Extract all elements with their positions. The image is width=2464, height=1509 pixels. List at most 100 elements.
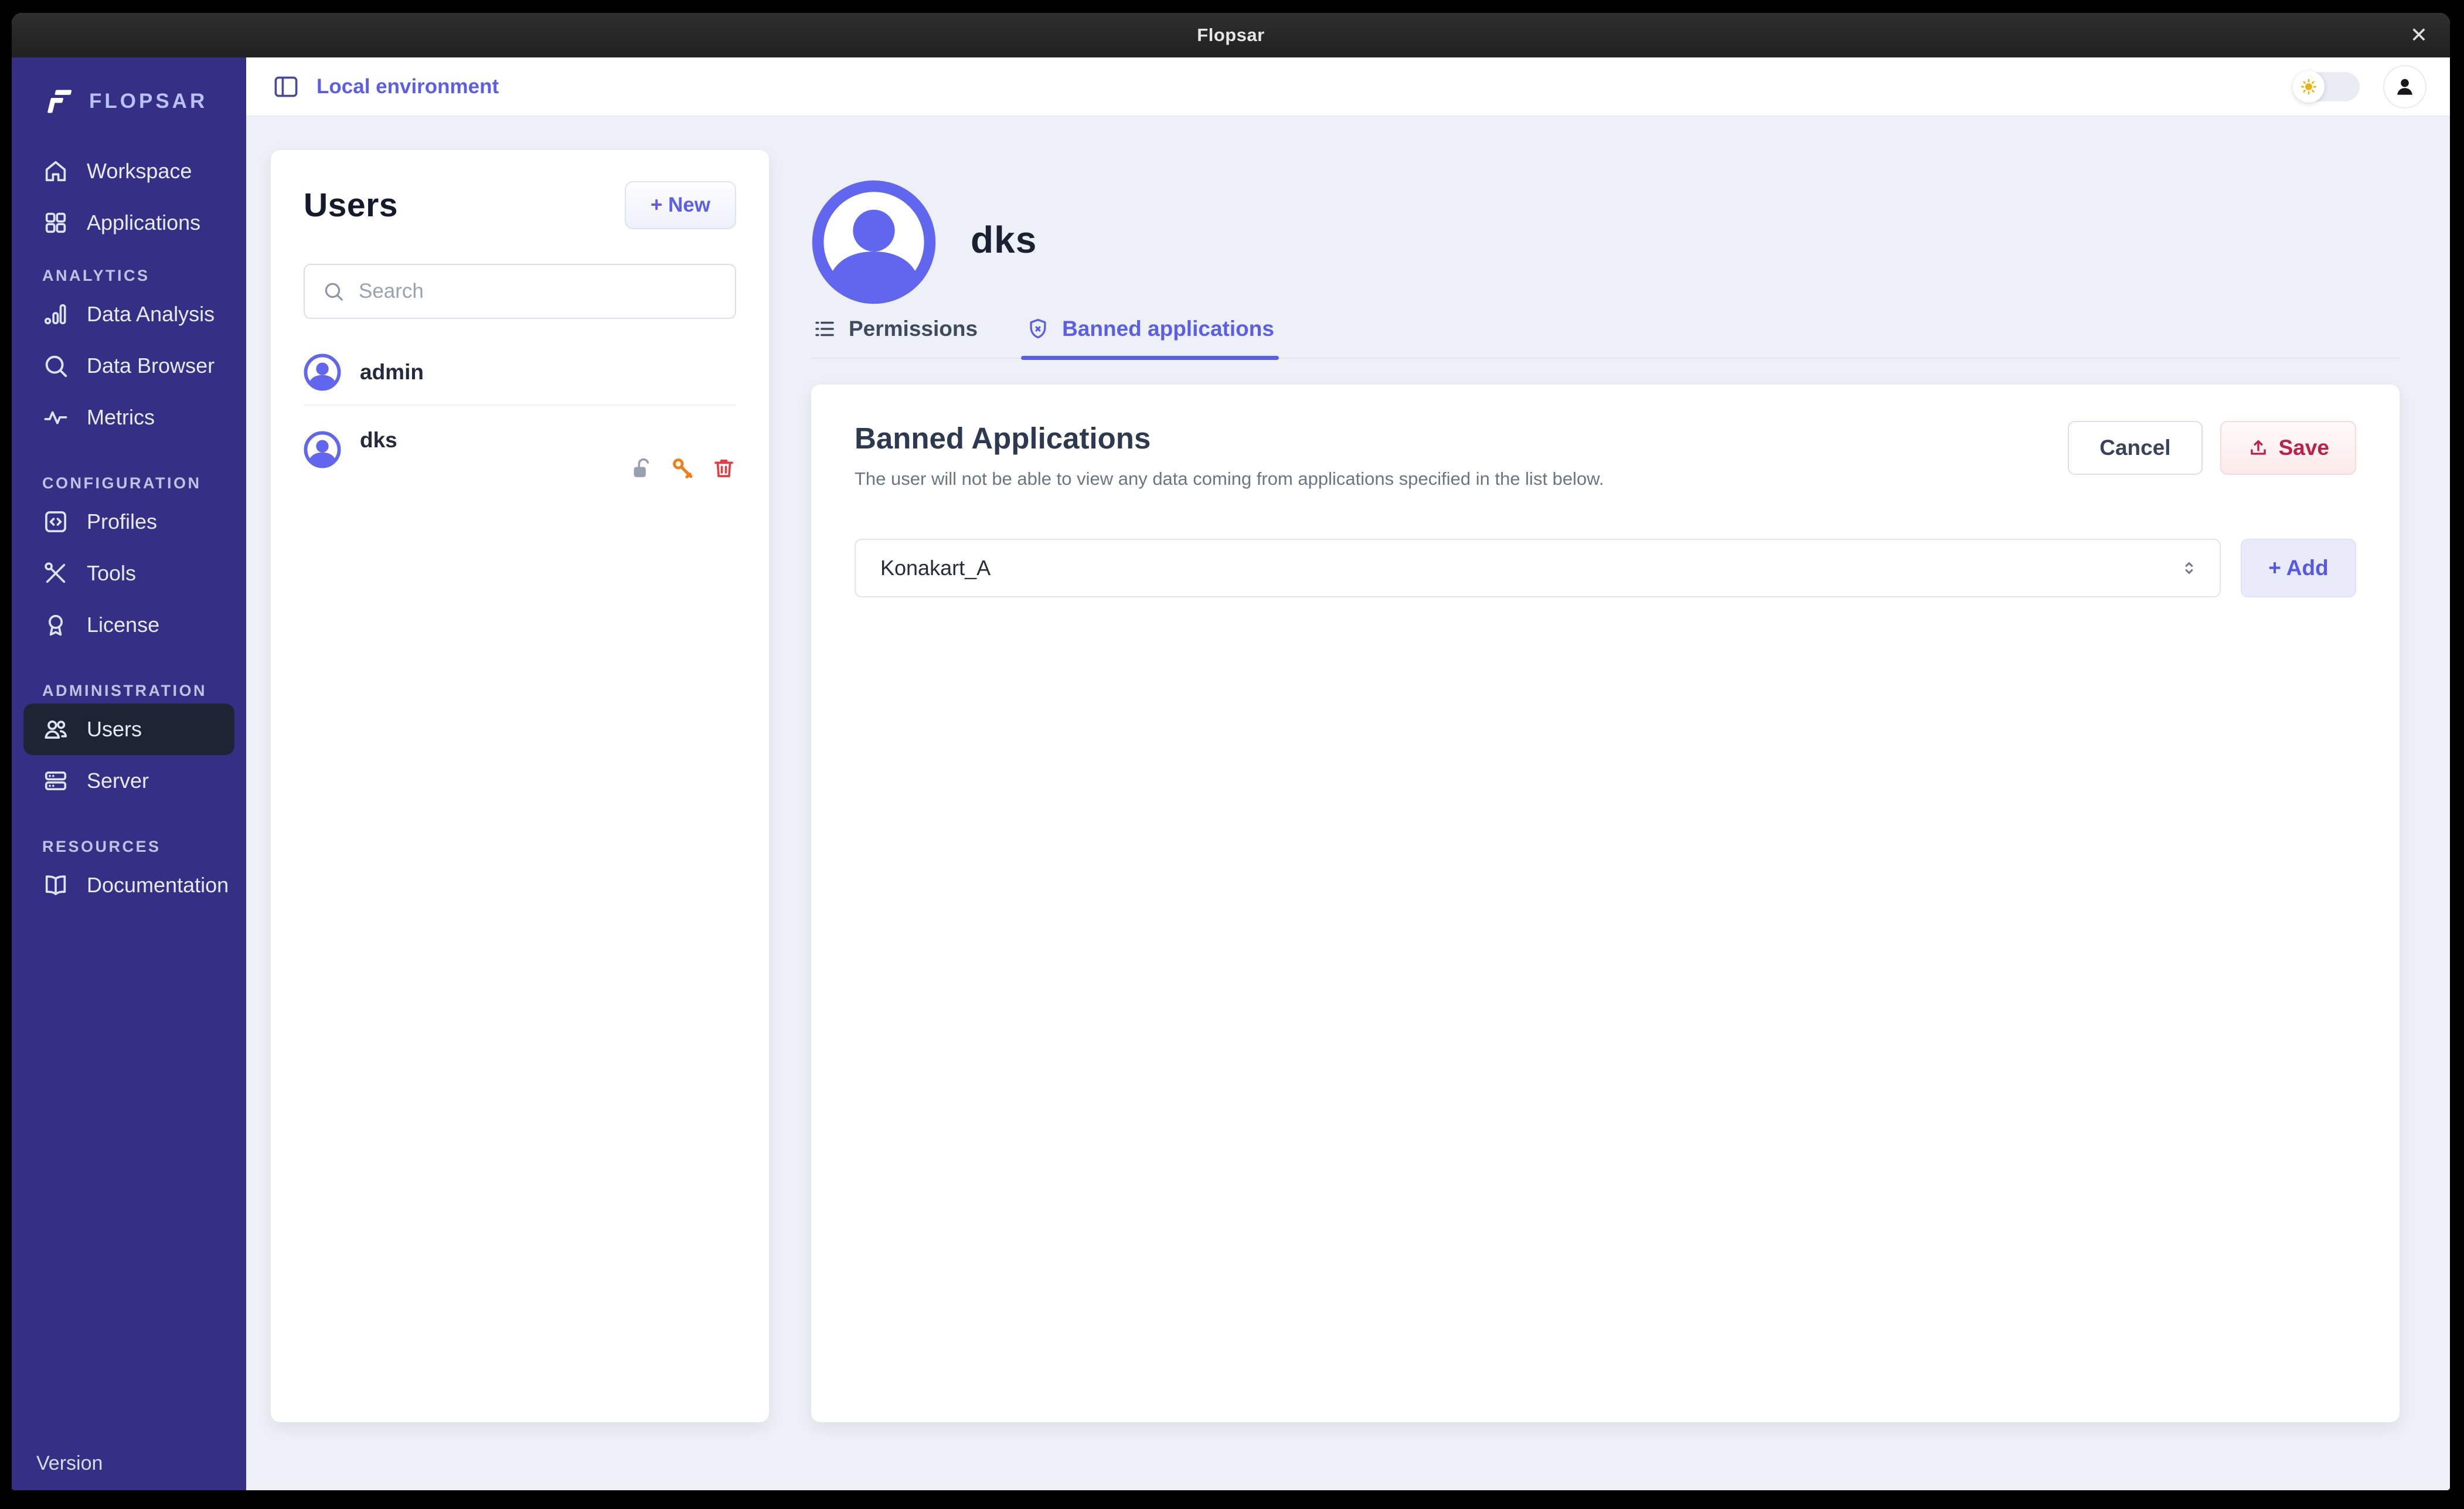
sidebar-item-server[interactable]: Server — [12, 755, 246, 807]
sidebar-item-workspace[interactable]: Workspace — [12, 145, 246, 197]
unlock-icon[interactable] — [629, 456, 654, 481]
book-open-icon — [42, 872, 69, 899]
search-input[interactable] — [359, 280, 717, 303]
sun-icon — [2299, 77, 2318, 96]
application-select[interactable]: Konakart_A — [855, 539, 2221, 597]
sidebar-item-metrics[interactable]: Metrics — [12, 392, 246, 443]
sidebar-item-users[interactable]: Users — [23, 703, 234, 755]
user-avatar-icon — [304, 354, 341, 391]
main-column: Local environment Users — [246, 57, 2450, 1490]
sidebar-section-administration: ADMINISTRATION — [42, 678, 246, 703]
sidebar-item-label: Metrics — [87, 405, 155, 430]
search-icon — [322, 280, 345, 303]
user-detail: dks Permissions Banned applications Banne… — [811, 150, 2400, 1422]
code-square-icon — [42, 508, 69, 535]
sidebar-item-documentation[interactable]: Documentation — [12, 859, 246, 911]
banned-applications-card: Banned Applications The user will not be… — [811, 385, 2400, 1422]
sidebar-item-data-browser[interactable]: Data Browser — [12, 340, 246, 392]
tools-icon — [42, 560, 69, 587]
window-close-button[interactable]: ✕ — [2410, 25, 2428, 46]
trash-icon[interactable] — [712, 456, 736, 481]
application-select-row: Konakart_A + Add — [855, 539, 2356, 597]
sidebar-item-label: Workspace — [87, 159, 192, 183]
sidebar: FLOPSAR Workspace Applications ANALYTICS Da… — [12, 57, 246, 1490]
user-name: dks — [360, 428, 397, 453]
banned-card-title: Banned Applications — [855, 421, 1604, 456]
save-button[interactable]: Save — [2220, 421, 2356, 475]
sidebar-item-label: Applications — [87, 210, 200, 235]
user-list: admin dks — [304, 340, 736, 494]
chevron-updown-icon — [2179, 558, 2200, 579]
sidebar-item-label: License — [87, 613, 159, 637]
bar-chart-icon — [42, 301, 69, 328]
sidebar-item-label: Data Browser — [87, 354, 215, 378]
sidebar-item-label: Tools — [87, 561, 136, 586]
banned-card-actions: Cancel Save — [2068, 421, 2356, 475]
sidebar-item-data-analysis[interactable]: Data Analysis — [12, 288, 246, 340]
theme-toggle-knob — [2293, 71, 2325, 103]
application-select-value: Konakart_A — [880, 556, 991, 580]
panel-left-icon[interactable] — [272, 73, 300, 101]
sidebar-item-label: Data Analysis — [87, 302, 215, 327]
account-menu-button[interactable] — [2383, 65, 2426, 108]
server-icon — [42, 767, 69, 794]
key-icon[interactable] — [671, 456, 695, 481]
app-window: Flopsar ✕ FLOPSAR Workspace Applications A… — [12, 13, 2450, 1490]
topbar: Local environment — [246, 57, 2450, 116]
sidebar-item-label: Users — [87, 717, 142, 742]
users-panel-title: Users — [304, 186, 398, 225]
user-name: admin — [360, 360, 424, 385]
tab-banned-applications[interactable]: Banned applications — [1026, 317, 1274, 358]
user-avatar-icon — [811, 179, 937, 305]
sidebar-item-profiles[interactable]: Profiles — [12, 496, 246, 548]
banned-card-description: The user will not be able to view any da… — [855, 468, 1604, 490]
tab-permissions[interactable]: Permissions — [812, 317, 978, 358]
sidebar-nav: Workspace Applications ANALYTICS Data Analy… — [12, 145, 246, 911]
sidebar-item-label: Profiles — [87, 509, 157, 534]
sidebar-section-resources: RESOURCES — [42, 834, 246, 859]
environment-label[interactable]: Local environment — [316, 75, 499, 98]
content: Users + New admin dks dks Permissions Bann… — [246, 116, 2450, 1490]
users-icon — [42, 716, 69, 743]
grid-icon — [42, 209, 69, 236]
cancel-button[interactable]: Cancel — [2068, 421, 2202, 475]
sidebar-section-analytics: ANALYTICS — [42, 263, 246, 288]
search-box — [304, 264, 736, 319]
window-title: Flopsar — [1197, 25, 1264, 46]
sidebar-item-label: Server — [87, 769, 149, 793]
users-panel-header: Users + New — [304, 181, 736, 230]
sidebar-item-license[interactable]: License — [12, 599, 246, 651]
shield-x-icon — [1026, 317, 1050, 341]
sidebar-item-label: Documentation — [87, 873, 229, 898]
pulse-icon — [42, 404, 69, 431]
search-icon — [42, 352, 69, 379]
user-row-dks[interactable]: dks — [304, 406, 736, 494]
list-icon — [812, 317, 837, 341]
flopsar-logo-icon — [42, 84, 76, 118]
user-profile-name: dks — [971, 218, 1037, 261]
banned-card-titles: Banned Applications The user will not be… — [855, 421, 1604, 490]
sidebar-section-configuration: CONFIGURATION — [42, 470, 246, 496]
save-button-label: Save — [2279, 436, 2329, 460]
detail-tabs: Permissions Banned applications — [811, 317, 2400, 359]
person-icon — [2392, 74, 2417, 99]
award-icon — [42, 611, 69, 638]
user-profile-header: dks — [811, 179, 2400, 305]
brand: FLOPSAR — [12, 57, 246, 145]
user-row-admin[interactable]: admin — [304, 340, 736, 405]
sidebar-item-tools[interactable]: Tools — [12, 548, 246, 599]
home-icon — [42, 158, 69, 185]
add-application-button[interactable]: + Add — [2241, 539, 2356, 597]
sidebar-item-applications[interactable]: Applications — [12, 197, 246, 249]
theme-toggle[interactable] — [2294, 72, 2360, 101]
new-user-button[interactable]: + New — [625, 181, 736, 229]
users-panel: Users + New admin dks — [271, 150, 769, 1422]
tab-label: Permissions — [849, 317, 978, 341]
upload-icon — [2247, 437, 2269, 459]
topbar-right — [2294, 65, 2426, 108]
app-body: FLOPSAR Workspace Applications ANALYTICS Da… — [12, 57, 2450, 1490]
brand-name: FLOPSAR — [89, 90, 207, 113]
banned-card-header: Banned Applications The user will not be… — [855, 421, 2356, 490]
user-row-actions — [629, 456, 736, 481]
user-avatar-icon — [304, 431, 341, 468]
